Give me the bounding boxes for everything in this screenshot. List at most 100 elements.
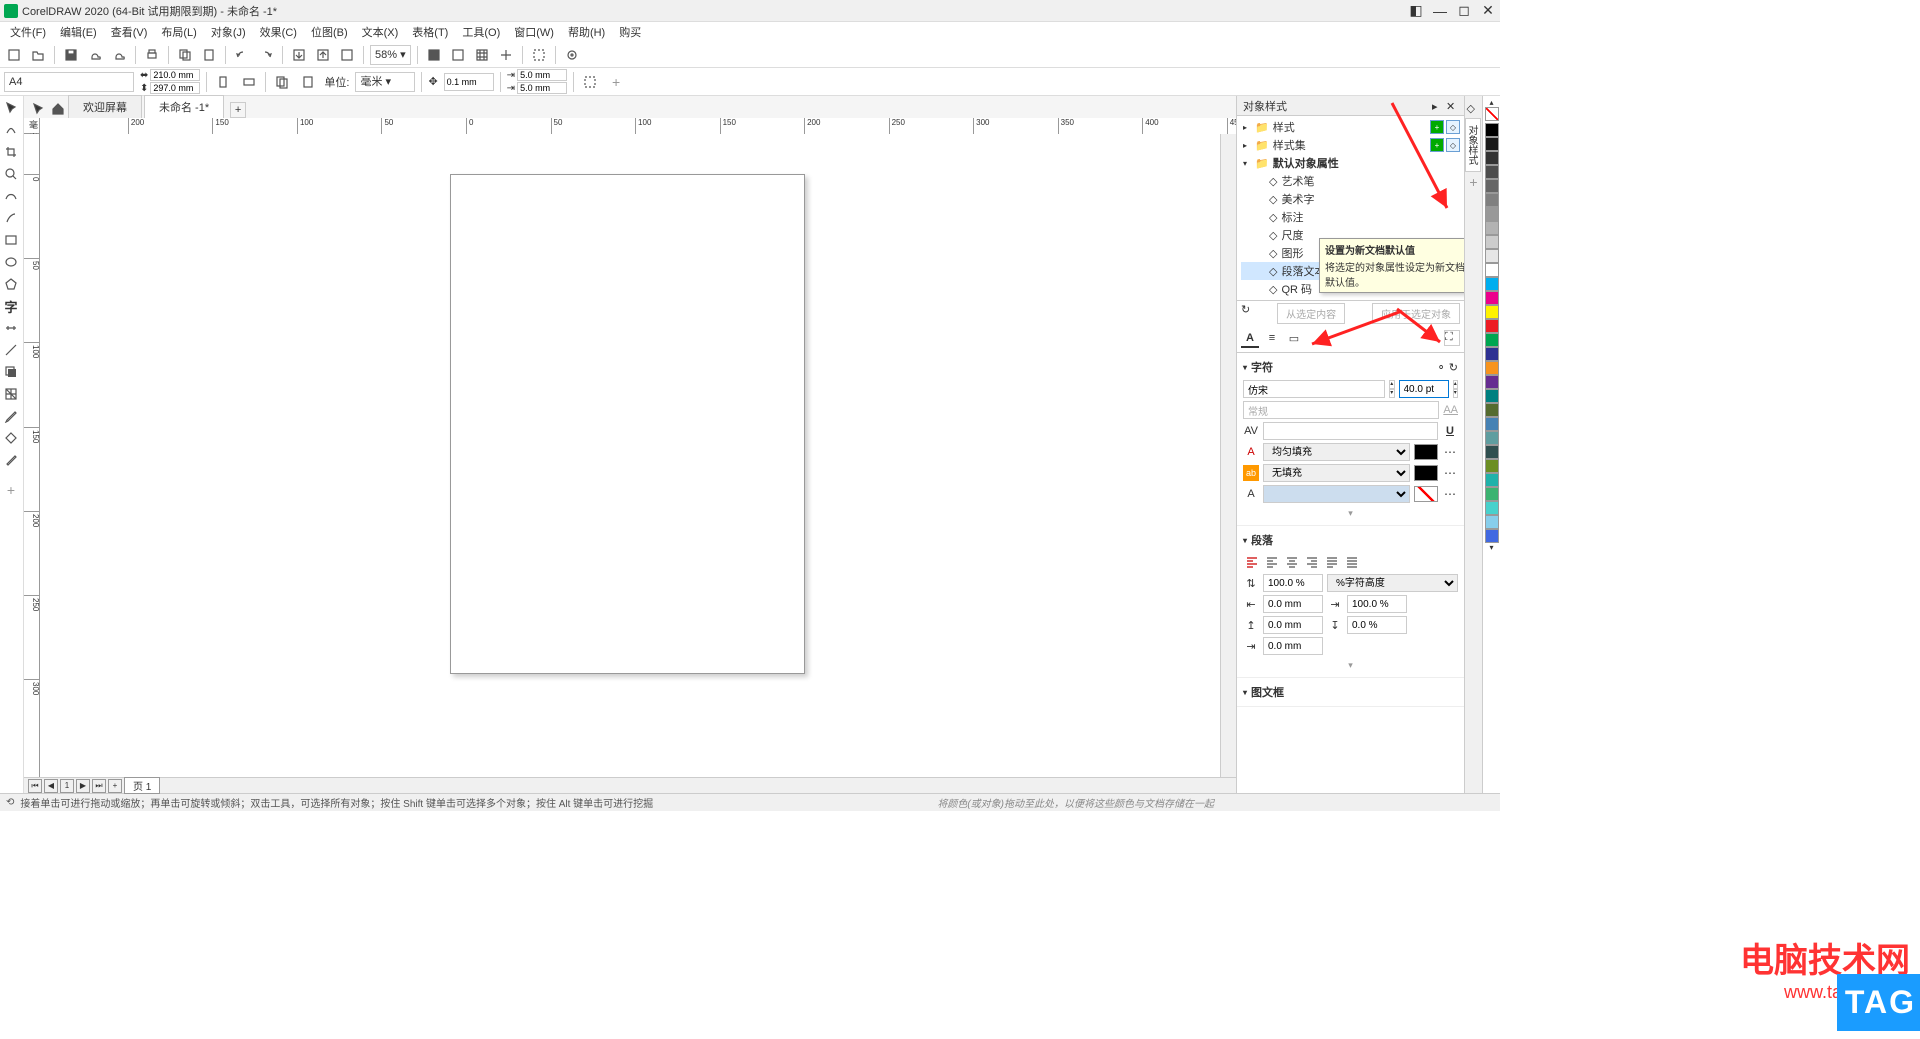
first-indent-input[interactable] <box>1263 637 1323 655</box>
import-button[interactable] <box>289 45 309 65</box>
color-swatch[interactable] <box>1485 417 1499 431</box>
styleset-link-icon[interactable]: ◇ <box>1446 138 1460 152</box>
dup-y-input[interactable] <box>517 82 567 94</box>
options-button[interactable] <box>529 45 549 65</box>
page[interactable] <box>450 174 805 674</box>
align-left-button[interactable] <box>1263 553 1281 571</box>
paragraph-group-title[interactable]: 段落 <box>1243 530 1458 550</box>
align-justify-button[interactable] <box>1323 553 1341 571</box>
text-tool[interactable]: 字 <box>0 296 22 316</box>
add-page-button[interactable]: + <box>108 779 122 793</box>
guides-button[interactable] <box>496 45 516 65</box>
grid-button[interactable] <box>472 45 492 65</box>
redo-button[interactable] <box>256 45 276 65</box>
bg-fill-combo[interactable]: 无填充 <box>1263 464 1410 482</box>
fill-color-chip[interactable] <box>1414 444 1438 460</box>
color-swatch[interactable] <box>1485 361 1499 375</box>
tree-styles[interactable]: ▸📁 样式 +◇ <box>1241 118 1460 136</box>
page-width-input[interactable] <box>150 69 200 81</box>
color-swatch[interactable] <box>1485 221 1499 235</box>
indent-left-input[interactable] <box>1263 595 1323 613</box>
ellipse-tool[interactable] <box>0 252 22 272</box>
from-selection-button[interactable]: 从选定内容 <box>1277 303 1345 324</box>
color-swatch[interactable] <box>1485 137 1499 151</box>
zoom-tool[interactable] <box>0 164 22 184</box>
indent-right-input[interactable] <box>1347 595 1407 613</box>
line-spacing-mode-combo[interactable]: %字符高度 <box>1327 574 1458 592</box>
align-right-button[interactable] <box>1303 553 1321 571</box>
crop-tool[interactable] <box>0 142 22 162</box>
font-size-input[interactable] <box>1399 380 1449 398</box>
vertical-ruler[interactable]: 050100150200250300 <box>24 134 40 777</box>
style-link-icon[interactable]: ◇ <box>1446 120 1460 134</box>
minimize-button[interactable]: — <box>1432 3 1448 19</box>
character-group-title[interactable]: 字符⚬ ↻ <box>1243 357 1458 377</box>
menu-buy[interactable]: 购买 <box>613 22 647 42</box>
bg-more-button[interactable]: ⋯ <box>1442 466 1458 480</box>
color-swatch[interactable] <box>1485 319 1499 333</box>
color-swatch[interactable] <box>1485 487 1499 501</box>
script-icon[interactable]: AA <box>1443 404 1458 416</box>
docker-close-icon[interactable]: ✕ <box>1446 100 1458 112</box>
align-none-button[interactable] <box>1243 553 1261 571</box>
menu-table[interactable]: 表格(T) <box>406 22 454 42</box>
docker-expand-icon[interactable]: ▸ <box>1432 100 1444 112</box>
docker-tab-object-styles[interactable]: 对象样式 <box>1465 118 1481 172</box>
add-preset-button[interactable]: + <box>606 72 626 92</box>
color-swatch[interactable] <box>1485 501 1499 515</box>
home-icon[interactable] <box>48 100 68 118</box>
font-style-combo[interactable] <box>1243 401 1439 419</box>
align-center-button[interactable] <box>1283 553 1301 571</box>
color-swatch[interactable] <box>1485 151 1499 165</box>
rectangle-tool[interactable] <box>0 230 22 250</box>
page-tab-1[interactable]: 页 1 <box>124 777 160 794</box>
menu-effects[interactable]: 效果(C) <box>254 22 303 42</box>
connector-tool[interactable] <box>0 340 22 360</box>
menu-text[interactable]: 文本(X) <box>356 22 405 42</box>
canvas[interactable] <box>40 134 1220 777</box>
tab-document[interactable]: 未命名 -1* <box>144 95 224 118</box>
export-button[interactable] <box>313 45 333 65</box>
color-swatch[interactable] <box>1485 249 1499 263</box>
portrait-button[interactable] <box>213 72 233 92</box>
save-button[interactable] <box>61 45 81 65</box>
print-button[interactable] <box>142 45 162 65</box>
freehand-tool[interactable] <box>0 186 22 206</box>
drop-shadow-tool[interactable] <box>0 362 22 382</box>
color-swatch[interactable] <box>1485 445 1499 459</box>
vertical-scrollbar[interactable] <box>1220 134 1236 777</box>
shape-tool[interactable] <box>0 120 22 140</box>
para-expand-icon[interactable]: ▾ <box>1243 658 1458 673</box>
dup-x-input[interactable] <box>517 69 567 81</box>
fill-type-combo[interactable]: 均匀填充 <box>1263 443 1410 461</box>
color-swatch[interactable] <box>1485 431 1499 445</box>
font-family-combo[interactable] <box>1243 380 1385 398</box>
unit-combo[interactable]: 毫米 ▾ <box>355 72 415 92</box>
snap-button[interactable] <box>448 45 468 65</box>
last-page-button[interactable]: ⏭ <box>92 779 106 793</box>
nudge-input[interactable] <box>444 73 494 91</box>
color-swatch[interactable] <box>1485 207 1499 221</box>
new-styleset-button[interactable]: + <box>1430 138 1444 152</box>
color-swatch[interactable] <box>1485 403 1499 417</box>
color-swatch[interactable] <box>1485 277 1499 291</box>
color-swatch[interactable] <box>1485 235 1499 249</box>
docker-add-button[interactable]: + <box>1467 174 1481 188</box>
menu-tools[interactable]: 工具(O) <box>456 22 506 42</box>
color-swatch[interactable] <box>1485 459 1499 473</box>
all-pages-button[interactable] <box>272 72 292 92</box>
artistic-media-tool[interactable] <box>0 208 22 228</box>
undo-button[interactable] <box>232 45 252 65</box>
color-swatch[interactable] <box>1485 333 1499 347</box>
pick-tool[interactable] <box>0 98 22 118</box>
color-swatch[interactable] <box>1485 347 1499 361</box>
color-swatch[interactable] <box>1485 529 1499 543</box>
color-swatch[interactable] <box>1485 263 1499 277</box>
tab-character[interactable]: A <box>1241 330 1259 348</box>
tab-welcome[interactable]: 欢迎屏幕 <box>68 95 142 118</box>
color-swatch[interactable] <box>1485 165 1499 179</box>
palette-down-icon[interactable]: ▾ <box>1489 543 1493 552</box>
cloud-up-button[interactable] <box>85 45 105 65</box>
menu-bitmap[interactable]: 位图(B) <box>305 22 354 42</box>
maximize-button[interactable]: ◻ <box>1456 3 1472 19</box>
